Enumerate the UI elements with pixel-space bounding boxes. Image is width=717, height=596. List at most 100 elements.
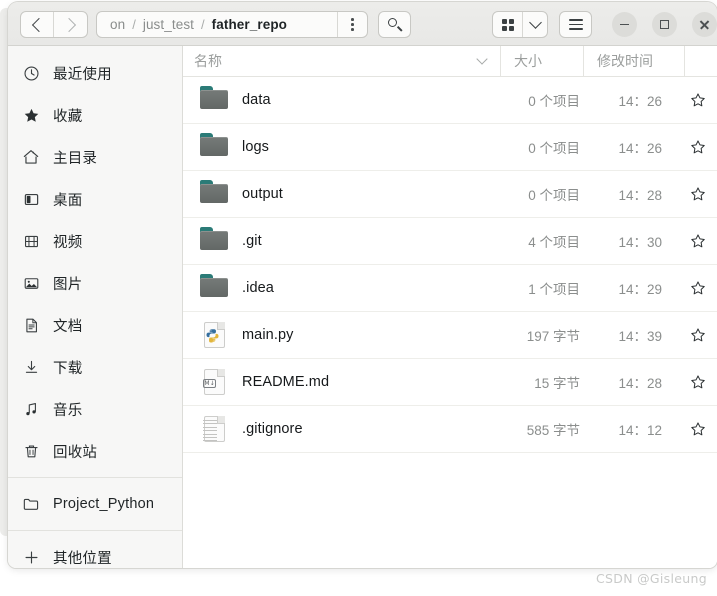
breadcrumb-item-current[interactable]: father_repo <box>212 17 287 32</box>
navigation-buttons <box>20 11 88 38</box>
sidebar-places-group: 最近使用 收藏 主目录 桌面 视频 图片 文档 下载 音乐 回收站 Projec… <box>8 46 182 568</box>
breadcrumb-item[interactable]: just_test <box>143 17 194 32</box>
column-header-size-label: 大小 <box>514 53 542 69</box>
sidebar-item-downloads[interactable]: 下载 <box>8 346 182 388</box>
table-row[interactable]: main.py 197 字节 14：39 <box>183 312 717 359</box>
star-button[interactable] <box>684 280 717 296</box>
column-header-size[interactable]: 大小 <box>500 46 583 76</box>
breadcrumb-item[interactable]: on <box>110 17 125 32</box>
breadcrumb: on / just_test / father_repo <box>97 12 337 37</box>
file-size: 15 字节 <box>534 376 580 391</box>
sidebar-item-home[interactable]: 主目录 <box>8 136 182 178</box>
folder-icon <box>200 86 228 114</box>
sidebar-item-desktop[interactable]: 桌面 <box>8 178 182 220</box>
folder-icon <box>200 180 228 208</box>
sidebar-divider <box>8 530 182 531</box>
grid-icon <box>501 18 514 31</box>
star-button[interactable] <box>684 233 717 249</box>
table-row[interactable]: .gitignore 585 字节 14：12 <box>183 406 717 453</box>
sidebar-item-trash[interactable]: 回收站 <box>8 430 182 472</box>
sidebar-item-label: 收藏 <box>53 108 83 125</box>
table-row[interactable]: output 0 个项目 14：28 <box>183 171 717 218</box>
search-button[interactable] <box>378 11 411 38</box>
forward-button[interactable] <box>54 12 87 37</box>
star-button[interactable] <box>684 327 717 343</box>
file-name: data <box>242 92 271 108</box>
maximize-button[interactable] <box>652 12 677 37</box>
chevron-left-icon <box>31 17 46 32</box>
path-menu-button[interactable] <box>337 12 367 37</box>
main-menu-button[interactable] <box>559 11 592 38</box>
file-modified: 14：29 <box>618 282 662 297</box>
star-button[interactable] <box>684 186 717 202</box>
file-rows: data 0 个项目 14：26 logs 0 个项目 14：26 output… <box>183 77 717 453</box>
star-button[interactable] <box>684 374 717 390</box>
star-button[interactable] <box>684 92 717 108</box>
watermark: CSDN @Gisleung <box>596 571 707 586</box>
star-icon <box>22 106 40 124</box>
sidebar-item-label: 下载 <box>53 360 83 377</box>
close-button[interactable] <box>692 12 717 37</box>
file-name: .gitignore <box>242 421 303 437</box>
back-button[interactable] <box>21 12 55 37</box>
file-size: 585 字节 <box>526 423 580 438</box>
chevron-right-icon <box>61 17 77 32</box>
sidebar-item-label: 图片 <box>53 276 83 293</box>
file-size: 1 个项目 <box>528 282 580 297</box>
sidebar-item-label: 桌面 <box>53 192 83 209</box>
file-modified: 14：30 <box>618 235 662 250</box>
star-button[interactable] <box>684 421 717 437</box>
table-row[interactable]: data 0 个项目 14：26 <box>183 77 717 124</box>
close-icon <box>699 19 710 30</box>
file-name-cell: .idea <box>183 274 500 302</box>
sidebar-item-videos[interactable]: 视频 <box>8 220 182 262</box>
nautilus-window: on / just_test / father_repo 最近使用 收藏 主目录… <box>8 2 717 568</box>
sidebar-item-project-python[interactable]: Project_Python <box>8 483 182 525</box>
column-header-star <box>684 46 717 76</box>
text-lines-icon <box>203 420 217 444</box>
download-icon <box>22 358 40 376</box>
sidebar-item-label: 视频 <box>53 234 83 251</box>
sidebar-item-recent[interactable]: 最近使用 <box>8 52 182 94</box>
table-row[interactable]: .idea 1 个项目 14：29 <box>183 265 717 312</box>
sidebar-item-label: 文档 <box>53 318 83 335</box>
file-name-cell: data <box>183 86 500 114</box>
file-name: output <box>242 186 283 202</box>
star-outline-icon <box>691 281 705 295</box>
star-button[interactable] <box>684 139 717 155</box>
sidebar-item-other-locations[interactable]: 其他位置 <box>8 536 182 568</box>
view-options-button[interactable] <box>523 12 547 37</box>
file-size: 197 字节 <box>526 329 580 344</box>
sidebar-item-documents[interactable]: 文档 <box>8 304 182 346</box>
sidebar-item-music[interactable]: 音乐 <box>8 388 182 430</box>
star-outline-icon <box>691 140 705 154</box>
sidebar-item-label: 音乐 <box>53 402 83 419</box>
folder-outline-icon <box>22 495 40 513</box>
table-row[interactable]: logs 0 个项目 14：26 <box>183 124 717 171</box>
sidebar-item-label: 回收站 <box>53 444 98 461</box>
music-icon <box>22 400 40 418</box>
table-row[interactable]: .git 4 个项目 14：30 <box>183 218 717 265</box>
column-header-name[interactable]: 名称 <box>183 46 500 76</box>
text-file-icon <box>200 415 228 443</box>
file-name-cell: .git <box>183 227 500 255</box>
window-body: 最近使用 收藏 主目录 桌面 视频 图片 文档 下载 音乐 回收站 Projec… <box>8 46 717 568</box>
sort-chevron-down-icon <box>476 53 488 65</box>
clock-icon <box>22 64 40 82</box>
column-header-modified[interactable]: 修改时间 <box>583 46 684 76</box>
minimize-icon <box>620 23 629 26</box>
grid-view-button[interactable] <box>493 12 524 37</box>
home-icon <box>22 148 40 166</box>
sidebar: 最近使用 收藏 主目录 桌面 视频 图片 文档 下载 音乐 回收站 Projec… <box>8 46 183 568</box>
sidebar-item-pictures[interactable]: 图片 <box>8 262 182 304</box>
sidebar-item-label: 其他位置 <box>53 550 112 567</box>
file-name-cell: .gitignore <box>183 415 500 443</box>
folder-icon <box>200 133 228 161</box>
sidebar-item-starred[interactable]: 收藏 <box>8 94 182 136</box>
file-name-cell: logs <box>183 133 500 161</box>
minimize-button[interactable] <box>612 12 637 37</box>
file-name: README.md <box>242 374 330 390</box>
table-row[interactable]: M↓ README.md 15 字节 14：28 <box>183 359 717 406</box>
markdown-badge-icon: M↓ <box>203 379 216 388</box>
maximize-icon <box>660 20 669 29</box>
